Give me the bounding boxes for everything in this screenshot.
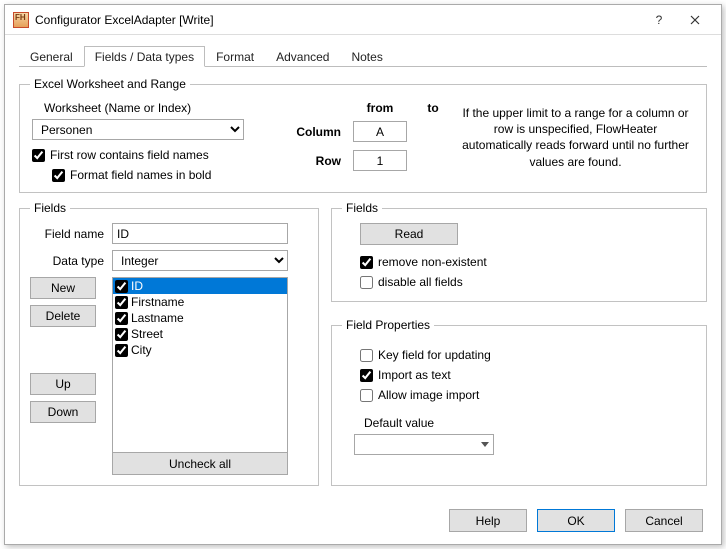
worksheet-select[interactable]: Personen — [32, 119, 244, 140]
cancel-button[interactable]: Cancel — [625, 509, 703, 532]
tab-strip: General Fields / Data types Format Advan… — [19, 45, 707, 67]
list-item-label: Lastname — [131, 311, 184, 325]
disable-all-checkbox[interactable] — [360, 276, 373, 289]
from-header: from — [347, 101, 413, 115]
fields-read-legend: Fields — [342, 201, 382, 215]
list-item[interactable]: Street — [113, 326, 287, 342]
format-bold-checkbox[interactable] — [52, 169, 65, 182]
first-row-label: First row contains field names — [50, 148, 209, 162]
column-from-input[interactable] — [353, 121, 407, 142]
field-properties-legend: Field Properties — [342, 318, 434, 332]
window-title: Configurator ExcelAdapter [Write] — [35, 13, 641, 27]
list-item-checkbox[interactable] — [115, 312, 128, 325]
format-bold-label: Format field names in bold — [70, 168, 211, 182]
allow-image-label: Allow image import — [378, 388, 479, 402]
range-help-text: If the upper limit to a range for a colu… — [455, 99, 696, 170]
close-icon — [690, 15, 700, 25]
up-button[interactable]: Up — [30, 373, 96, 395]
tab-fields-datatypes[interactable]: Fields / Data types — [84, 46, 205, 67]
help-titlebar-button[interactable]: ? — [641, 7, 677, 33]
list-item-checkbox[interactable] — [115, 328, 128, 341]
fields-left-legend: Fields — [30, 201, 70, 215]
worksheet-label: Worksheet (Name or Index) — [44, 101, 285, 115]
first-row-checkbox[interactable] — [32, 149, 45, 162]
list-item-label: City — [131, 343, 152, 357]
list-item[interactable]: City — [113, 342, 287, 358]
field-properties-group: Field Properties Key field for updating … — [331, 318, 707, 486]
tab-format[interactable]: Format — [205, 46, 265, 67]
read-button[interactable]: Read — [360, 223, 458, 245]
default-value-label: Default value — [364, 416, 696, 430]
uncheck-all-button[interactable]: Uncheck all — [112, 453, 288, 475]
list-item-checkbox[interactable] — [115, 344, 128, 357]
list-item-checkbox[interactable] — [115, 296, 128, 309]
help-button[interactable]: Help — [449, 509, 527, 532]
fieldname-label: Field name — [30, 227, 112, 241]
row-label: Row — [285, 154, 341, 168]
key-field-label: Key field for updating — [378, 348, 491, 362]
down-button[interactable]: Down — [30, 401, 96, 423]
tab-advanced[interactable]: Advanced — [265, 46, 340, 67]
fields-group-left: Fields Field name Data type Integer New … — [19, 201, 319, 486]
default-value-combo[interactable] — [354, 434, 494, 455]
tab-general[interactable]: General — [19, 46, 84, 67]
remove-nonexistent-checkbox[interactable] — [360, 256, 373, 269]
disable-all-label: disable all fields — [378, 275, 463, 289]
app-icon — [13, 12, 29, 28]
fieldname-input[interactable] — [112, 223, 288, 244]
datatype-select[interactable]: Integer — [112, 250, 288, 271]
worksheet-range-group: Excel Worksheet and Range Worksheet (Nam… — [19, 77, 707, 193]
dialog-window: Configurator ExcelAdapter [Write] ? Gene… — [4, 4, 722, 545]
list-item-label: ID — [131, 279, 143, 293]
fields-listbox[interactable]: ID Firstname Lastname Street City — [112, 277, 288, 453]
list-item[interactable]: ID — [113, 278, 287, 294]
new-button[interactable]: New — [30, 277, 96, 299]
worksheet-range-legend: Excel Worksheet and Range — [30, 77, 190, 91]
remove-nonexistent-label: remove non-existent — [378, 255, 487, 269]
list-item-checkbox[interactable] — [115, 280, 128, 293]
row-from-input[interactable] — [353, 150, 407, 171]
list-item[interactable]: Lastname — [113, 310, 287, 326]
to-header: to — [413, 101, 453, 115]
content-area: General Fields / Data types Format Advan… — [5, 35, 721, 506]
import-text-checkbox[interactable] — [360, 369, 373, 382]
close-button[interactable] — [677, 7, 713, 33]
list-item-label: Firstname — [131, 295, 184, 309]
list-item-label: Street — [131, 327, 163, 341]
tab-notes[interactable]: Notes — [340, 46, 393, 67]
column-label: Column — [285, 125, 341, 139]
titlebar: Configurator ExcelAdapter [Write] ? — [5, 5, 721, 35]
ok-button[interactable]: OK — [537, 509, 615, 532]
import-text-label: Import as text — [378, 368, 451, 382]
fields-read-group: Fields Read remove non-existent disable … — [331, 201, 707, 302]
datatype-label: Data type — [30, 254, 112, 268]
dialog-footer: Help OK Cancel — [449, 509, 703, 532]
allow-image-checkbox[interactable] — [360, 389, 373, 402]
delete-button[interactable]: Delete — [30, 305, 96, 327]
list-item[interactable]: Firstname — [113, 294, 287, 310]
key-field-checkbox[interactable] — [360, 349, 373, 362]
